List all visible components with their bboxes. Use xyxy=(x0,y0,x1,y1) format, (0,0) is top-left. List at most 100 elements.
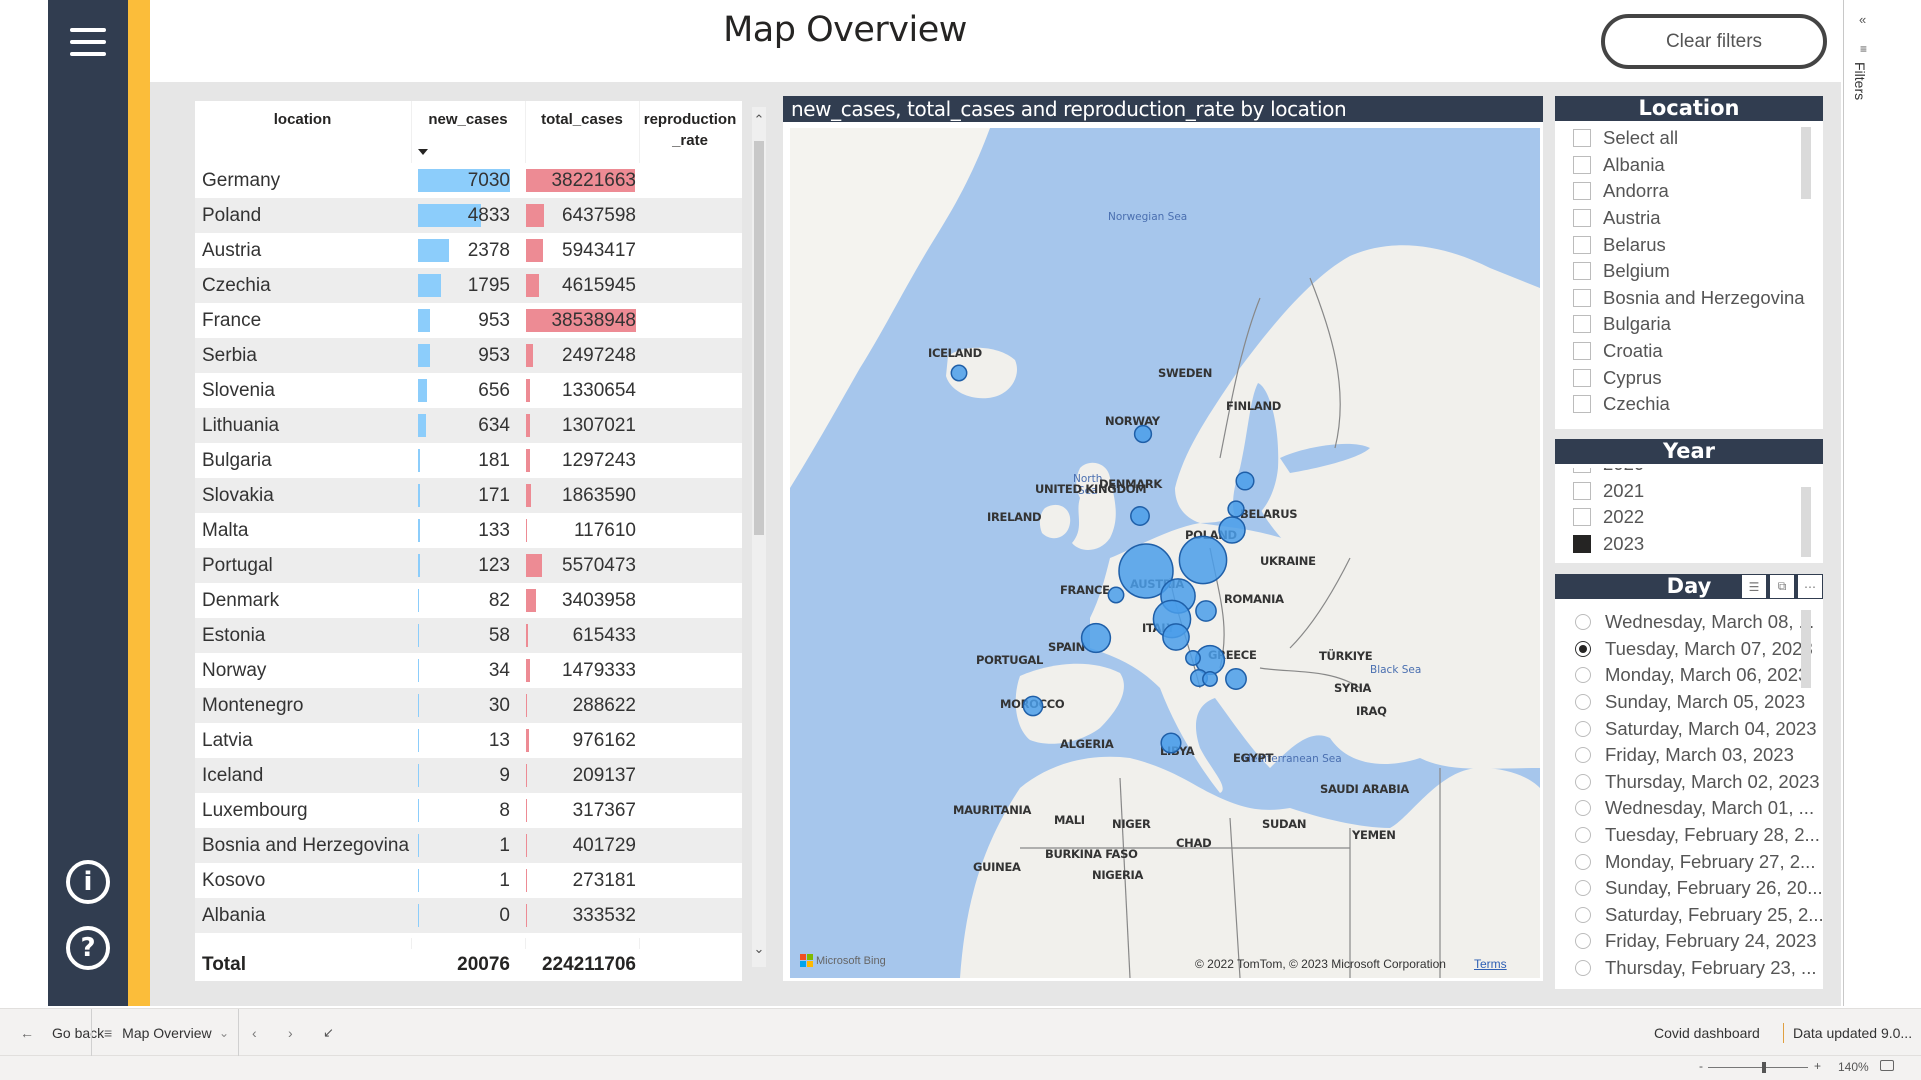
table-row[interactable]: Kosovo 1 273181 xyxy=(195,863,742,898)
bubble-bulgaria[interactable] xyxy=(1225,668,1247,690)
checkbox[interactable] xyxy=(1573,395,1591,414)
checkbox[interactable] xyxy=(1573,468,1591,474)
bubble-bosnia-and-herzegovina[interactable] xyxy=(1185,650,1201,666)
slicer-item[interactable]: Bosnia and Herzegovina xyxy=(1555,285,1823,312)
bubble-france[interactable] xyxy=(1080,622,1112,654)
slicer-item[interactable]: Croatia xyxy=(1555,338,1823,365)
radio-button[interactable] xyxy=(1575,614,1591,631)
table-row[interactable]: France 953 38538948 xyxy=(195,303,742,338)
radio-button[interactable] xyxy=(1575,720,1591,737)
slicer-item[interactable]: Wednesday, March 01, ... xyxy=(1555,795,1823,822)
bubble-luxembourg[interactable] xyxy=(1107,586,1125,604)
map-canvas[interactable]: Norwegian Sea North Sea Black Sea Medite… xyxy=(790,128,1540,978)
day-slicer-scrollbar[interactable] xyxy=(1801,610,1811,688)
bubble-slovenia[interactable] xyxy=(1162,623,1190,651)
table-row[interactable]: Bulgaria 181 1297243 xyxy=(195,443,742,478)
table-row[interactable]: Montenegro 30 288622 xyxy=(195,688,742,723)
bubble-lithuania[interactable] xyxy=(1218,516,1246,544)
column-header-total-cases[interactable]: total_cases xyxy=(526,109,638,130)
checkbox[interactable] xyxy=(1573,129,1591,148)
column-header-location[interactable]: location xyxy=(195,109,410,130)
radio-button[interactable] xyxy=(1575,800,1591,817)
checkbox[interactable] xyxy=(1573,368,1591,387)
table-row[interactable]: Portugal 123 5570473 xyxy=(195,548,742,583)
slicer-item[interactable]: Bulgaria xyxy=(1555,311,1823,338)
table-row[interactable]: Latvia 13 976162 xyxy=(195,723,742,758)
checkbox[interactable] xyxy=(1573,288,1591,307)
radio-button[interactable] xyxy=(1575,694,1591,711)
map-terms-link[interactable]: Terms xyxy=(1474,957,1507,971)
slicer-item[interactable]: Monday, February 27, 2... xyxy=(1555,848,1823,875)
table-row[interactable]: Lithuania 634 1307021 xyxy=(195,408,742,443)
slicer-item[interactable]: Belgium xyxy=(1555,258,1823,285)
slicer-item[interactable]: Select all xyxy=(1555,125,1823,152)
scroll-up-icon[interactable]: ⌃ xyxy=(752,111,766,129)
next-page-button[interactable]: › xyxy=(288,1009,293,1057)
table-row[interactable]: Bosnia and Herzegovina 1 401729 xyxy=(195,828,742,863)
zoom-in-button[interactable]: + xyxy=(1814,1059,1821,1073)
bubble-latvia[interactable] xyxy=(1227,500,1245,518)
slicer-item[interactable]: Tuesday, March 07, 2023 xyxy=(1555,636,1823,663)
slicer-item[interactable]: Belarus xyxy=(1555,231,1823,258)
column-header-reproduction-rate[interactable]: reproduction _rate xyxy=(640,109,740,151)
table-row[interactable]: Poland 4833 6437598 xyxy=(195,198,742,233)
checkbox[interactable] xyxy=(1573,342,1591,361)
slicer-item[interactable]: Czechia xyxy=(1555,391,1823,418)
radio-button[interactable] xyxy=(1575,906,1591,923)
slicer-item[interactable]: 2020 xyxy=(1555,468,1823,478)
table-scrollbar[interactable]: ⌃ ⌄ xyxy=(752,107,766,967)
slicer-item[interactable]: Saturday, February 25, 2... xyxy=(1555,902,1823,929)
radio-button[interactable] xyxy=(1575,960,1591,977)
bubble-estonia[interactable] xyxy=(1235,471,1255,491)
slicer-item[interactable]: 2023 xyxy=(1555,531,1823,558)
slicer-item[interactable]: Friday, February 24, 2023 xyxy=(1555,928,1823,955)
slicer-item[interactable]: Tuesday, February 28, 2... xyxy=(1555,822,1823,849)
radio-button[interactable] xyxy=(1575,853,1591,870)
bubble-iceland[interactable] xyxy=(950,364,968,382)
bubble-poland[interactable] xyxy=(1178,535,1228,585)
slicer-item[interactable]: Albania xyxy=(1555,152,1823,179)
more-options-icon[interactable]: ⋯ xyxy=(1798,575,1822,598)
checkbox[interactable] xyxy=(1573,315,1591,334)
checkbox[interactable] xyxy=(1573,155,1591,174)
fit-to-page-icon[interactable] xyxy=(1880,1060,1894,1071)
slicer-item[interactable]: 2022 xyxy=(1555,504,1823,531)
info-button[interactable]: i xyxy=(48,858,128,906)
bubble-slovakia[interactable] xyxy=(1195,600,1217,622)
slicer-item[interactable]: Wednesday, March 08, ... xyxy=(1555,609,1823,636)
bubble-norway[interactable] xyxy=(1133,424,1153,444)
slicer-item[interactable]: 2021 xyxy=(1555,478,1823,505)
table-row[interactable]: Slovenia 656 1330654 xyxy=(195,373,742,408)
slicer-item[interactable]: Austria xyxy=(1555,205,1823,232)
checkbox[interactable] xyxy=(1573,262,1591,281)
checkbox[interactable] xyxy=(1573,209,1591,228)
bubble-denmark[interactable] xyxy=(1130,506,1150,526)
slicer-item[interactable]: Monday, March 06, 2023 xyxy=(1555,662,1823,689)
scroll-down-icon[interactable]: ⌄ xyxy=(752,940,766,958)
checkbox[interactable] xyxy=(1573,182,1591,201)
zoom-slider-thumb[interactable] xyxy=(1762,1062,1766,1073)
hamburger-menu-icon[interactable] xyxy=(48,22,128,62)
slicer-item[interactable]: Andorra xyxy=(1555,178,1823,205)
table-row[interactable]: Iceland 9 209137 xyxy=(195,758,742,793)
radio-button[interactable] xyxy=(1575,933,1591,950)
checkbox[interactable] xyxy=(1573,481,1591,500)
help-button[interactable]: ? xyxy=(48,924,128,972)
slicer-item[interactable]: Thursday, March 02, 2023 xyxy=(1555,769,1823,796)
table-row[interactable]: Albania 0 333532 xyxy=(195,898,742,933)
checkbox[interactable] xyxy=(1573,508,1591,527)
bubble-malta[interactable] xyxy=(1160,732,1182,754)
map-svg[interactable]: Norwegian Sea North Sea Black Sea Medite… xyxy=(790,128,1540,978)
radio-button[interactable] xyxy=(1575,773,1591,790)
table-row[interactable]: Luxembourg 8 317367 xyxy=(195,793,742,828)
table-row[interactable]: Malta 133 117610 xyxy=(195,513,742,548)
table-row[interactable]: Denmark 82 3403958 xyxy=(195,583,742,618)
table-row[interactable]: Norway 34 1479333 xyxy=(195,653,742,688)
checkbox[interactable] xyxy=(1573,535,1591,554)
radio-button[interactable] xyxy=(1575,640,1591,657)
column-header-new-cases[interactable]: new_cases xyxy=(412,109,524,130)
bubble-portugal[interactable] xyxy=(1022,695,1044,717)
table-row[interactable]: Serbia 953 2497248 xyxy=(195,338,742,373)
clear-filters-button[interactable]: Clear filters xyxy=(1601,14,1827,69)
slicer-item[interactable]: Sunday, February 26, 20... xyxy=(1555,875,1823,902)
